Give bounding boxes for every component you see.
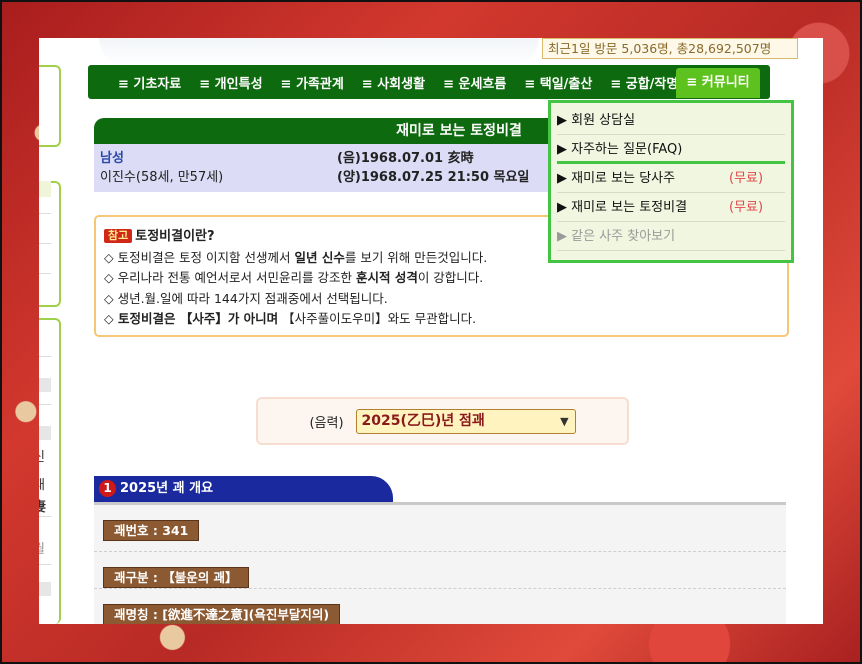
divider [39, 213, 51, 214]
nav-family[interactable]: ≡ 가족관계 [281, 73, 344, 92]
left-char: 妻 [39, 500, 47, 515]
note-badge: 참고 [104, 229, 133, 243]
divider [39, 243, 51, 244]
menu-item-label: ▶ 회원 상담실 [557, 113, 636, 128]
overview-tag: 괘번호 : 341 [103, 520, 200, 541]
section-title: 2025년 괘 개요 [120, 481, 214, 496]
calendar-label: (음력) [309, 415, 344, 431]
nav-fortune-flow[interactable]: ≡ 운세흐름 [443, 73, 506, 92]
section-header: 1 2025년 괘 개요 [94, 476, 393, 502]
info-text: 【사주풀이도우미】와도 무관합니다. [278, 311, 477, 326]
info-line: ◇ 토정비결은 【사주】가 아니며 【사주풀이도우미】와도 무관합니다. [104, 309, 779, 330]
left-sidebar-fragment: | 신 재 妻 월 [39, 38, 61, 624]
community-dropdown: ▶ 회원 상담실 ▶ 자주하는 질문(FAQ) ▶ 재미로 보는 당사주 (무료)… [548, 100, 794, 263]
main-nav: ≡ 기초자료 ≡ 개인특성 ≡ 가족관계 ≡ 사회생활 ≡ 운세흐름 ≡ 택일/… [88, 65, 770, 99]
nav-community[interactable]: ≡ 커뮤니티 [676, 68, 760, 98]
nav-date-birth[interactable]: ≡ 택일/출산 [524, 73, 592, 92]
left-char: 월 [39, 538, 45, 557]
info-emphasis: ◇ 토정비결은 【사주】가 아니며 [104, 311, 279, 326]
header-cloud-decoration [99, 38, 539, 66]
left-char: 재 [39, 474, 45, 493]
divider [39, 516, 51, 517]
solar-date: (양)1968.07.25 21:50 목요일 [337, 170, 530, 185]
divider [39, 356, 51, 357]
menu-item-label: ▶ 재미로 보는 당사주 [557, 171, 676, 186]
left-box-3: | 신 재 妻 월 [39, 318, 61, 624]
lunar-date: (음)1968.07.01 亥時 [337, 151, 474, 166]
overview-row: 괘번호 : 341 [94, 505, 786, 552]
menu-item-consult[interactable]: ▶ 회원 상담실 [557, 106, 785, 135]
info-emphasis: 일년 신수 [294, 249, 345, 265]
menu-item-dangsaju[interactable]: ▶ 재미로 보는 당사주 (무료) [557, 164, 785, 193]
overview-row: 괘구분 : 【불운의 괘】 [94, 552, 786, 589]
free-badge: (무료) [729, 200, 764, 215]
menu-item-label: ▶ 같은 사주 찾아보기 [557, 229, 676, 244]
year-select[interactable]: 2025(乙巳)년 점괘 ▼ [355, 408, 576, 434]
main-page: | 신 재 妻 월 최근1일 방문 5,036명, 총28,692,507명 ≡… [39, 38, 823, 624]
overview-tag: 괘구분 : 【불운의 괘】 [103, 567, 249, 588]
visitor-counter: 최근1일 방문 5,036명, 총28,692,507명 [542, 38, 798, 59]
divider [39, 273, 51, 274]
chevron-down-icon: ▼ [560, 414, 569, 428]
menu-item-same-saju[interactable]: ▶ 같은 사주 찾아보기 [557, 222, 785, 251]
year-select-box: (음력) 2025(乙巳)년 점괘 ▼ [256, 397, 629, 445]
info-text: 를 보기 위해 만든것입니다. [344, 249, 488, 265]
left-strip [39, 426, 51, 440]
left-box-2-header [39, 181, 51, 197]
info-emphasis: 훈시적 성격 [355, 270, 418, 285]
left-box-1 [39, 65, 61, 147]
section-number: 1 [99, 480, 116, 497]
info-line: ◇ 우리나라 전통 예언서로서 서민윤리를 강조한 훈시적 성격이 강합니다. [104, 268, 779, 289]
left-strip [39, 582, 51, 596]
info-heading-text: 토정비결이란? [135, 229, 215, 244]
left-box-2 [39, 181, 61, 307]
menu-item-faq[interactable]: ▶ 자주하는 질문(FAQ) [557, 135, 785, 164]
person-dates: (음)1968.07.01 亥時 (양)1968.07.25 21:50 목요일 [337, 149, 529, 187]
nav-compatibility[interactable]: ≡ 궁합/작명 [610, 73, 678, 92]
divider [39, 564, 51, 565]
info-line: ◇ 생년.월.일에 따라 144가지 점괘중에서 선택됩니다. [104, 290, 388, 306]
left-strip [39, 378, 51, 392]
nav-personal-traits[interactable]: ≡ 개인특성 [199, 73, 262, 92]
menu-item-tojeong[interactable]: ▶ 재미로 보는 토정비결 (무료) [557, 193, 785, 222]
info-text: ◇ 우리나라 전통 예언서로서 서민윤리를 강조한 [104, 270, 356, 285]
free-badge: (무료) [729, 171, 764, 186]
overview-row: 괘명칭 : [欲進不達之意](욕진부달지의) [94, 589, 786, 624]
year-select-value: 2025(乙巳)년 점괘 [361, 412, 485, 429]
info-text: ◇ 토정비결은 토정 이지함 선생께서 [104, 249, 295, 265]
menu-item-label: ▶ 재미로 보는 토정비결 [557, 200, 688, 215]
left-char: 신 [39, 446, 45, 465]
nav-social-life[interactable]: ≡ 사회생활 [362, 73, 425, 92]
info-text: 이 강합니다. [417, 270, 484, 285]
overview-tag: 괘명칭 : [欲進不達之意](욕진부달지의) [103, 604, 341, 624]
divider [39, 404, 51, 405]
nav-basic-data[interactable]: ≡ 기초자료 [118, 73, 181, 92]
menu-item-label: ▶ 자주하는 질문(FAQ) [557, 142, 683, 157]
overview-rows: 괘번호 : 341 괘구분 : 【불운의 괘】 괘명칭 : [欲進不達之意](욕… [94, 505, 786, 624]
